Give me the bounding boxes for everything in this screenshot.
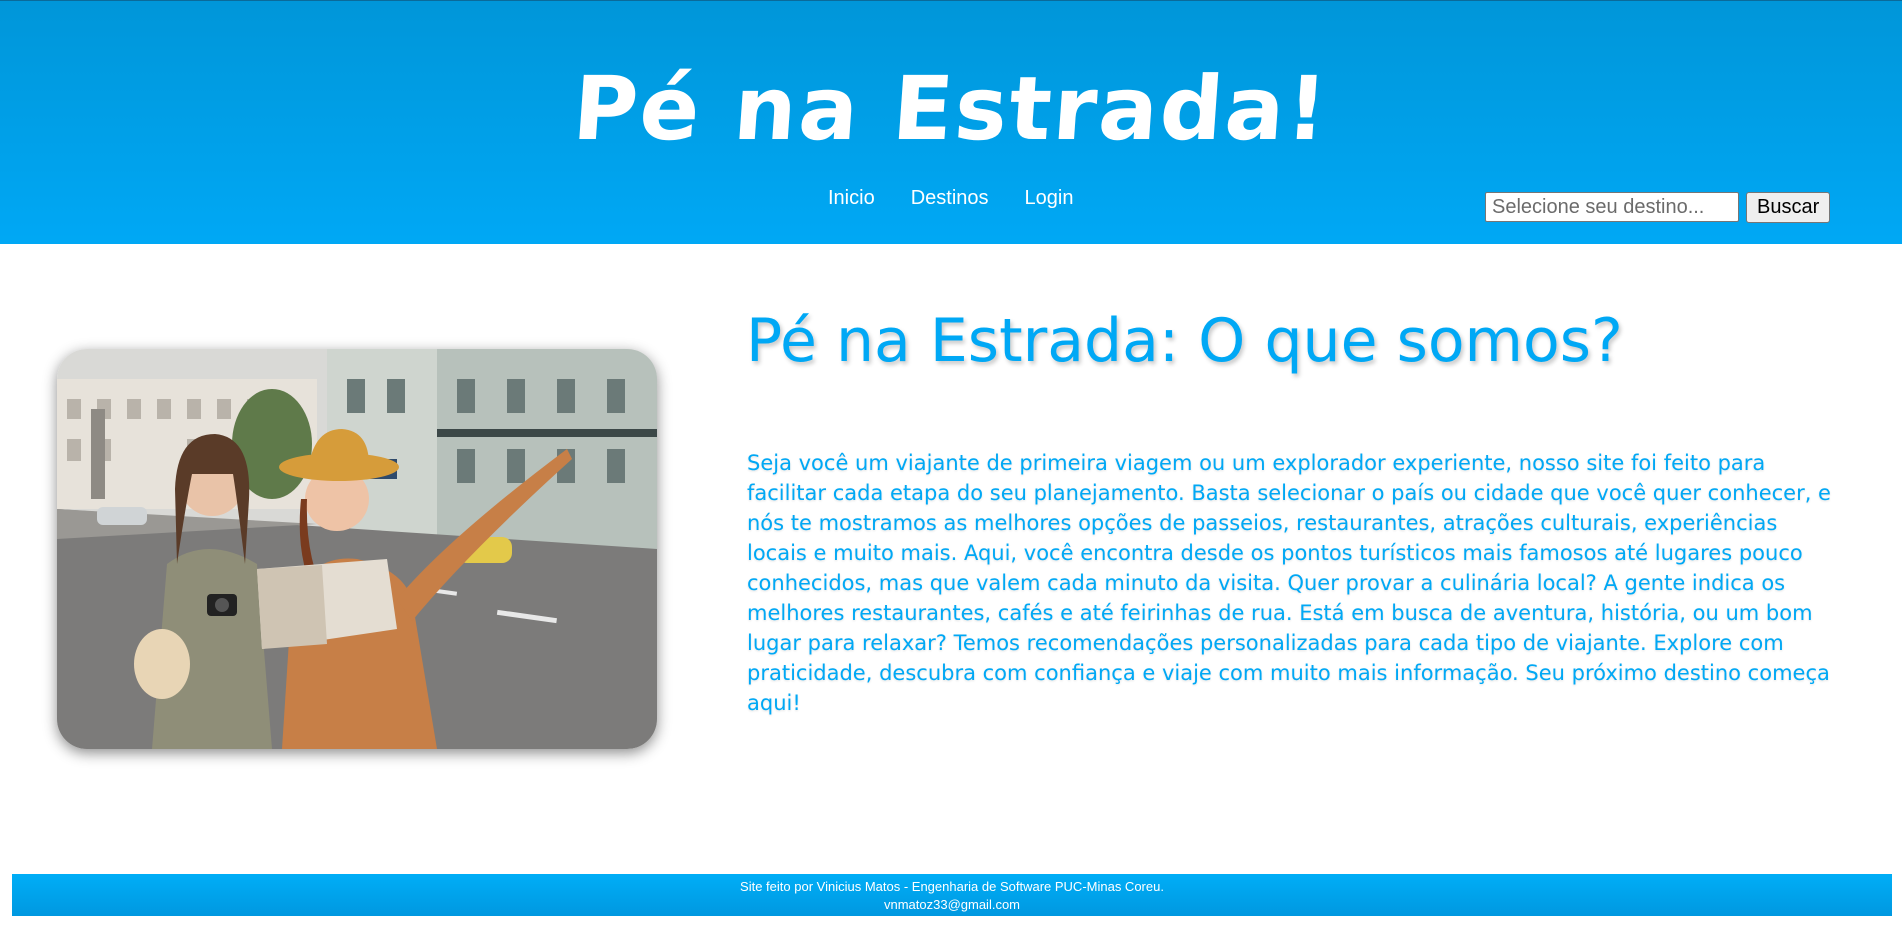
destination-search-input[interactable] bbox=[1485, 192, 1739, 222]
footer-email: vnmatoz33@gmail.com bbox=[883, 897, 1021, 912]
about-heading: Pé na Estrada: O que somos? bbox=[746, 306, 1623, 376]
search-button[interactable]: Buscar bbox=[1746, 192, 1831, 223]
nav-link-destinos[interactable]: Destinos bbox=[911, 187, 989, 210]
nav-link-inicio[interactable]: Inicio bbox=[828, 187, 875, 210]
travelers-photo bbox=[57, 349, 657, 749]
site-header: Pé na Estrada! Inicio Destinos Login Bus… bbox=[0, 0, 1902, 244]
site-footer: Site feito por Vinicius Matos - Engenhar… bbox=[12, 874, 1892, 916]
nav-link-login[interactable]: Login bbox=[1025, 187, 1074, 210]
footer-credit: Site feito por Vinicius Matos - Engenhar… bbox=[740, 879, 1164, 894]
about-paragraph: Seja você um viajante de primeira viagem… bbox=[747, 451, 1831, 715]
site-title: Pé na Estrada! bbox=[569, 57, 1333, 160]
travelers-photo-illustration bbox=[57, 349, 657, 749]
main-nav: Inicio Destinos Login bbox=[828, 187, 1073, 210]
search-form: Buscar bbox=[1485, 192, 1831, 223]
